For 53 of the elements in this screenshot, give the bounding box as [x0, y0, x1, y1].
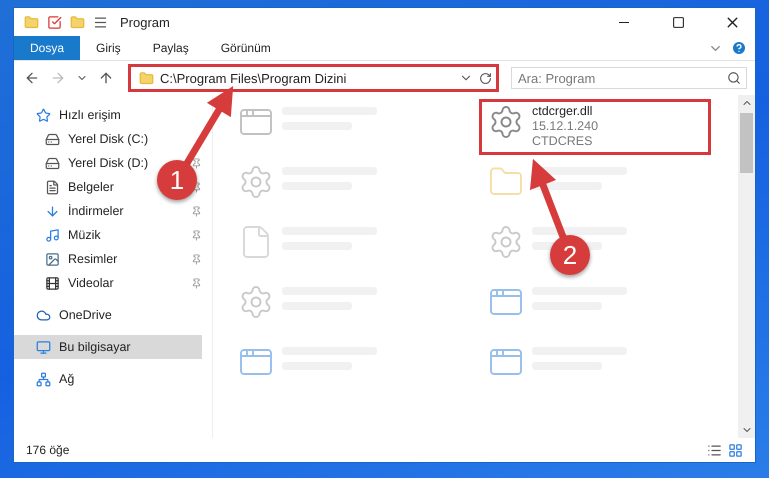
item-count: 176 öğe	[26, 443, 70, 457]
network-icon	[36, 372, 51, 386]
sidebar-item[interactable]: Belgeler	[14, 175, 124, 199]
sidebar-item[interactable]: Yerel Disk (C:)	[14, 127, 158, 151]
scrollbar[interactable]	[738, 95, 755, 438]
sidebar-item[interactable]: Videolar	[14, 271, 124, 295]
film-icon	[45, 276, 60, 290]
ribbon-tab[interactable]: Dosya	[14, 36, 80, 60]
scroll-thumb[interactable]	[740, 113, 753, 173]
address-bar[interactable]: C:\Program Files\Program Dizini	[128, 64, 499, 92]
picture-icon	[45, 252, 60, 266]
refresh-icon[interactable]	[479, 72, 492, 84]
down-arrow-icon	[45, 204, 60, 218]
music-note-icon	[45, 228, 60, 242]
pin-icon[interactable]	[191, 254, 202, 264]
file-detail: 15.12.1.240	[532, 119, 598, 134]
ribbon-tab[interactable]: Paylaş	[136, 36, 205, 60]
details-view-icon[interactable]	[707, 442, 722, 458]
ribbon-tab[interactable]: Giriş	[80, 36, 137, 60]
star-icon	[36, 108, 51, 122]
search-field[interactable]: Ara: Program	[511, 67, 747, 89]
sidebar-item[interactable]: Bu bilgisayar	[14, 335, 202, 359]
blurred-text-bar	[532, 182, 602, 190]
sidebar-item[interactable]: Müzik	[14, 223, 111, 247]
pin-icon[interactable]	[191, 158, 202, 168]
file-detail: CTDCRES	[532, 134, 594, 149]
tiles-view-icon[interactable]	[728, 442, 743, 458]
cloud-icon	[36, 308, 51, 322]
checklist-icon[interactable]	[47, 14, 62, 30]
window-title: Program	[120, 14, 171, 30]
sidebar-item[interactable]: Resimler	[14, 247, 128, 271]
pin-icon[interactable]	[191, 278, 202, 288]
sidebar-item[interactable]: Hızlı erişim	[14, 103, 131, 127]
file-name: ctdcrger.dll	[532, 104, 594, 119]
drive-icon	[45, 132, 60, 146]
sidebar-item[interactable]: Yerel Disk (D:)	[14, 151, 158, 175]
list-icon[interactable]	[93, 14, 108, 30]
step-number-badge: 1	[157, 160, 197, 200]
help-icon[interactable]	[731, 40, 747, 56]
sidebar-item[interactable]: İndirmeler	[14, 199, 134, 223]
pin-icon[interactable]	[191, 230, 202, 240]
document-icon	[45, 180, 60, 194]
ribbon-tab[interactable]: Görünüm	[204, 36, 287, 60]
folder-icon	[139, 70, 154, 86]
step-number-badge: 2	[550, 235, 590, 275]
sidebar-item[interactable]: Ağ	[14, 367, 84, 391]
maximize-icon	[672, 16, 684, 28]
search-icon	[727, 71, 741, 85]
file-item[interactable]: ctdcrger.dll 15.12.1.240 CTDCRES	[479, 99, 711, 155]
sidebar-item[interactable]: OneDrive	[14, 303, 122, 327]
pin-icon[interactable]	[191, 206, 202, 216]
drive-icon	[45, 156, 60, 170]
monitor-icon	[36, 340, 51, 354]
